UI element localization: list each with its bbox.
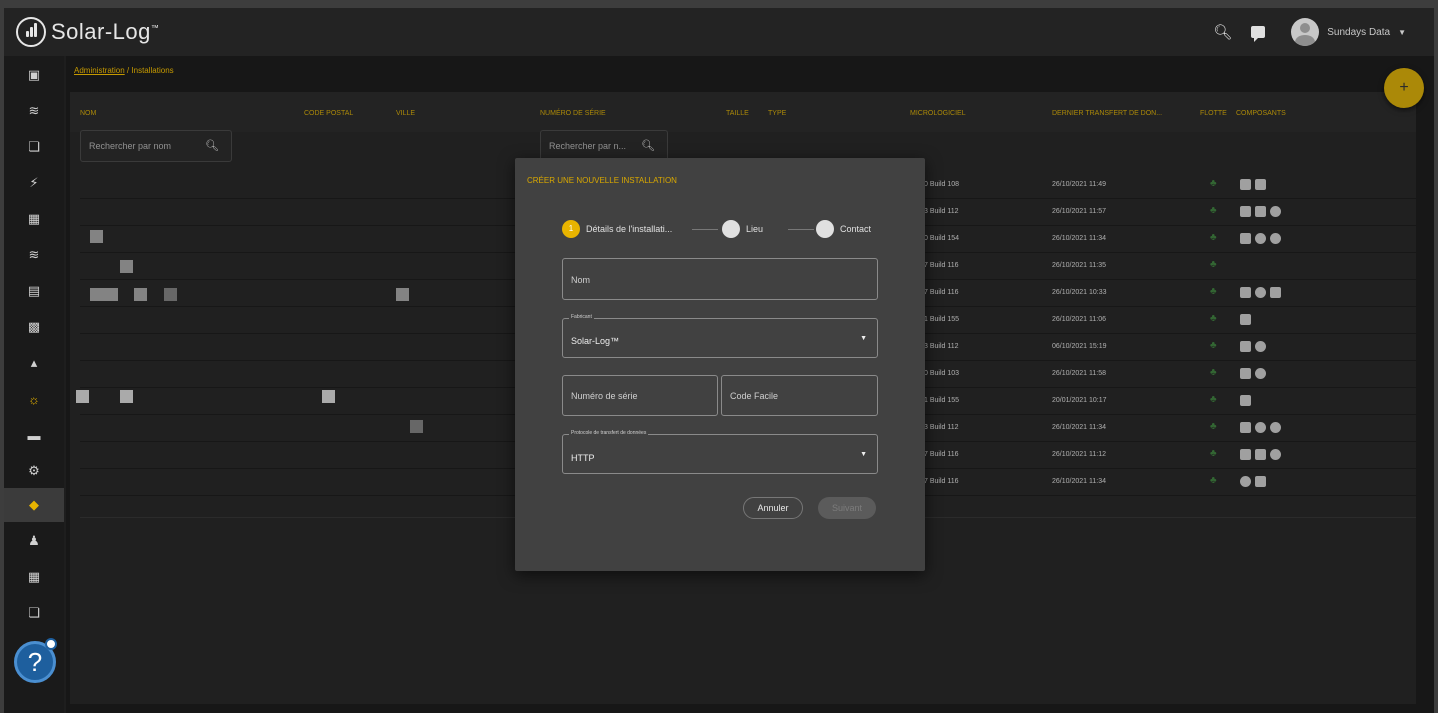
gallery-icon[interactable]: ❏ — [4, 596, 64, 630]
notification-dot — [45, 638, 57, 650]
tower-icon[interactable]: ▴ — [4, 346, 64, 380]
serial-number-field[interactable]: Numéro de série — [562, 375, 718, 416]
avatar — [1291, 18, 1320, 46]
chart-line-icon[interactable]: ≋ — [4, 94, 64, 128]
name-field[interactable]: Nom — [562, 258, 878, 300]
dropdown-arrow-icon: ▼ — [860, 451, 867, 458]
trend-icon[interactable]: ≋ — [4, 238, 64, 272]
settings-icon[interactable]: ⚙︎ — [4, 454, 64, 488]
user-name: Sundays Data — [1327, 26, 1391, 38]
installations-icon[interactable]: ◆ — [4, 488, 64, 522]
step-1-label: Détails de l'installati... — [586, 224, 673, 234]
next-button[interactable]: Suivant — [818, 497, 876, 519]
manufacturer-select[interactable]: Fabricant Solar-Log™ ▼ — [562, 314, 878, 358]
top-bar: Solar-Log™ 🔍︎ Sundays Data ▼ — [4, 8, 1434, 56]
sun-icon[interactable]: ☼ — [4, 382, 64, 416]
user-menu[interactable]: Sundays Data ▼ — [1291, 18, 1406, 46]
chat-icon[interactable] — [1251, 26, 1266, 42]
clipboard-icon[interactable]: ▩ — [4, 310, 64, 344]
step-2-indicator — [722, 220, 740, 238]
search-icon[interactable]: 🔍︎ — [1213, 23, 1232, 41]
easy-code-field[interactable]: Code Facile — [721, 375, 878, 416]
table-icon[interactable]: ▦ — [4, 560, 64, 594]
copy-icon[interactable]: ❏ — [4, 130, 64, 164]
brand-name: Solar-Log™ — [51, 19, 160, 44]
battery-icon[interactable]: ▬ — [4, 418, 64, 452]
dialog-title: CRÉER UNE NOUVELLE INSTALLATION — [527, 176, 677, 185]
step-3-label: Contact — [840, 224, 872, 234]
step-1-indicator: 1 — [562, 220, 580, 238]
create-installation-dialog: CRÉER UNE NOUVELLE INSTALLATION 1 Détail… — [515, 158, 925, 571]
chevron-down-icon: ▼ — [1398, 27, 1406, 37]
step-3-indicator — [816, 220, 834, 238]
logo[interactable]: Solar-Log™ — [16, 17, 159, 47]
step-2-label: Lieu — [746, 224, 764, 234]
step-connector — [788, 229, 814, 230]
monitor-icon[interactable]: ▣ — [4, 58, 64, 92]
step-connector — [692, 229, 718, 230]
cancel-button[interactable]: Annuler — [743, 497, 803, 519]
protocol-select[interactable]: Protocole de transfert de données HTTP ▼ — [562, 430, 878, 474]
dropdown-arrow-icon: ▼ — [860, 335, 867, 342]
sidebar: ▣ ≋ ❏ ⚡︎ ▦ ≋ ▤ ▩ ▴ ☼ ▬ ⚙︎ ◆ ♟ ▦ ❏ ? — [4, 56, 64, 713]
grid-icon[interactable]: ▦ — [4, 202, 64, 236]
stepper: 1 Détails de l'installati... Lieu Contac… — [562, 220, 882, 240]
lightning-icon[interactable]: ⚡︎ — [4, 166, 64, 200]
logo-icon — [16, 17, 46, 47]
dashboard-icon[interactable]: ▤ — [4, 274, 64, 308]
user-icon[interactable]: ♟ — [4, 524, 64, 558]
